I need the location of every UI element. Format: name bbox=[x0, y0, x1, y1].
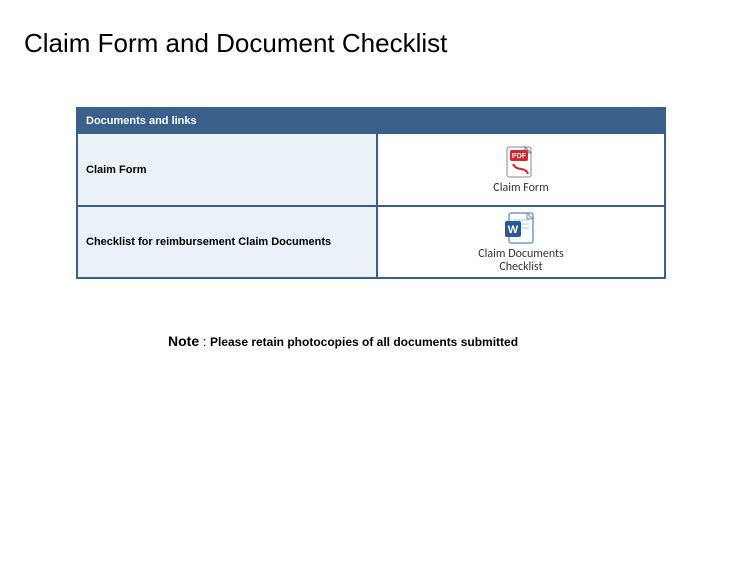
note-label: Note bbox=[168, 333, 199, 349]
file-caption: Claim Form bbox=[493, 182, 548, 195]
row-label: Claim Form bbox=[78, 133, 378, 205]
note: Note : Please retain photocopies of all … bbox=[168, 333, 756, 349]
word-icon: W bbox=[504, 210, 538, 246]
svg-text:W: W bbox=[508, 224, 519, 236]
row-label: Checklist for reimbursement Claim Docume… bbox=[78, 205, 378, 277]
pdf-icon: PDF bbox=[504, 144, 538, 180]
documents-table: Documents and links Claim Form PDF Claim… bbox=[76, 107, 666, 279]
svg-text:PDF: PDF bbox=[512, 153, 527, 160]
file-link-checklist[interactable]: W Claim Documents Checklist bbox=[378, 205, 664, 277]
note-sep: : bbox=[199, 334, 210, 349]
table-header: Documents and links bbox=[78, 109, 664, 133]
file-caption: Claim Documents Checklist bbox=[478, 248, 564, 273]
page-title: Claim Form and Document Checklist bbox=[24, 28, 756, 59]
file-link-claim-form[interactable]: PDF Claim Form bbox=[378, 133, 664, 205]
table-row: Checklist for reimbursement Claim Docume… bbox=[78, 205, 664, 277]
table-row: Claim Form PDF Claim Form bbox=[78, 133, 664, 205]
note-text: Please retain photocopies of all documen… bbox=[210, 335, 518, 349]
